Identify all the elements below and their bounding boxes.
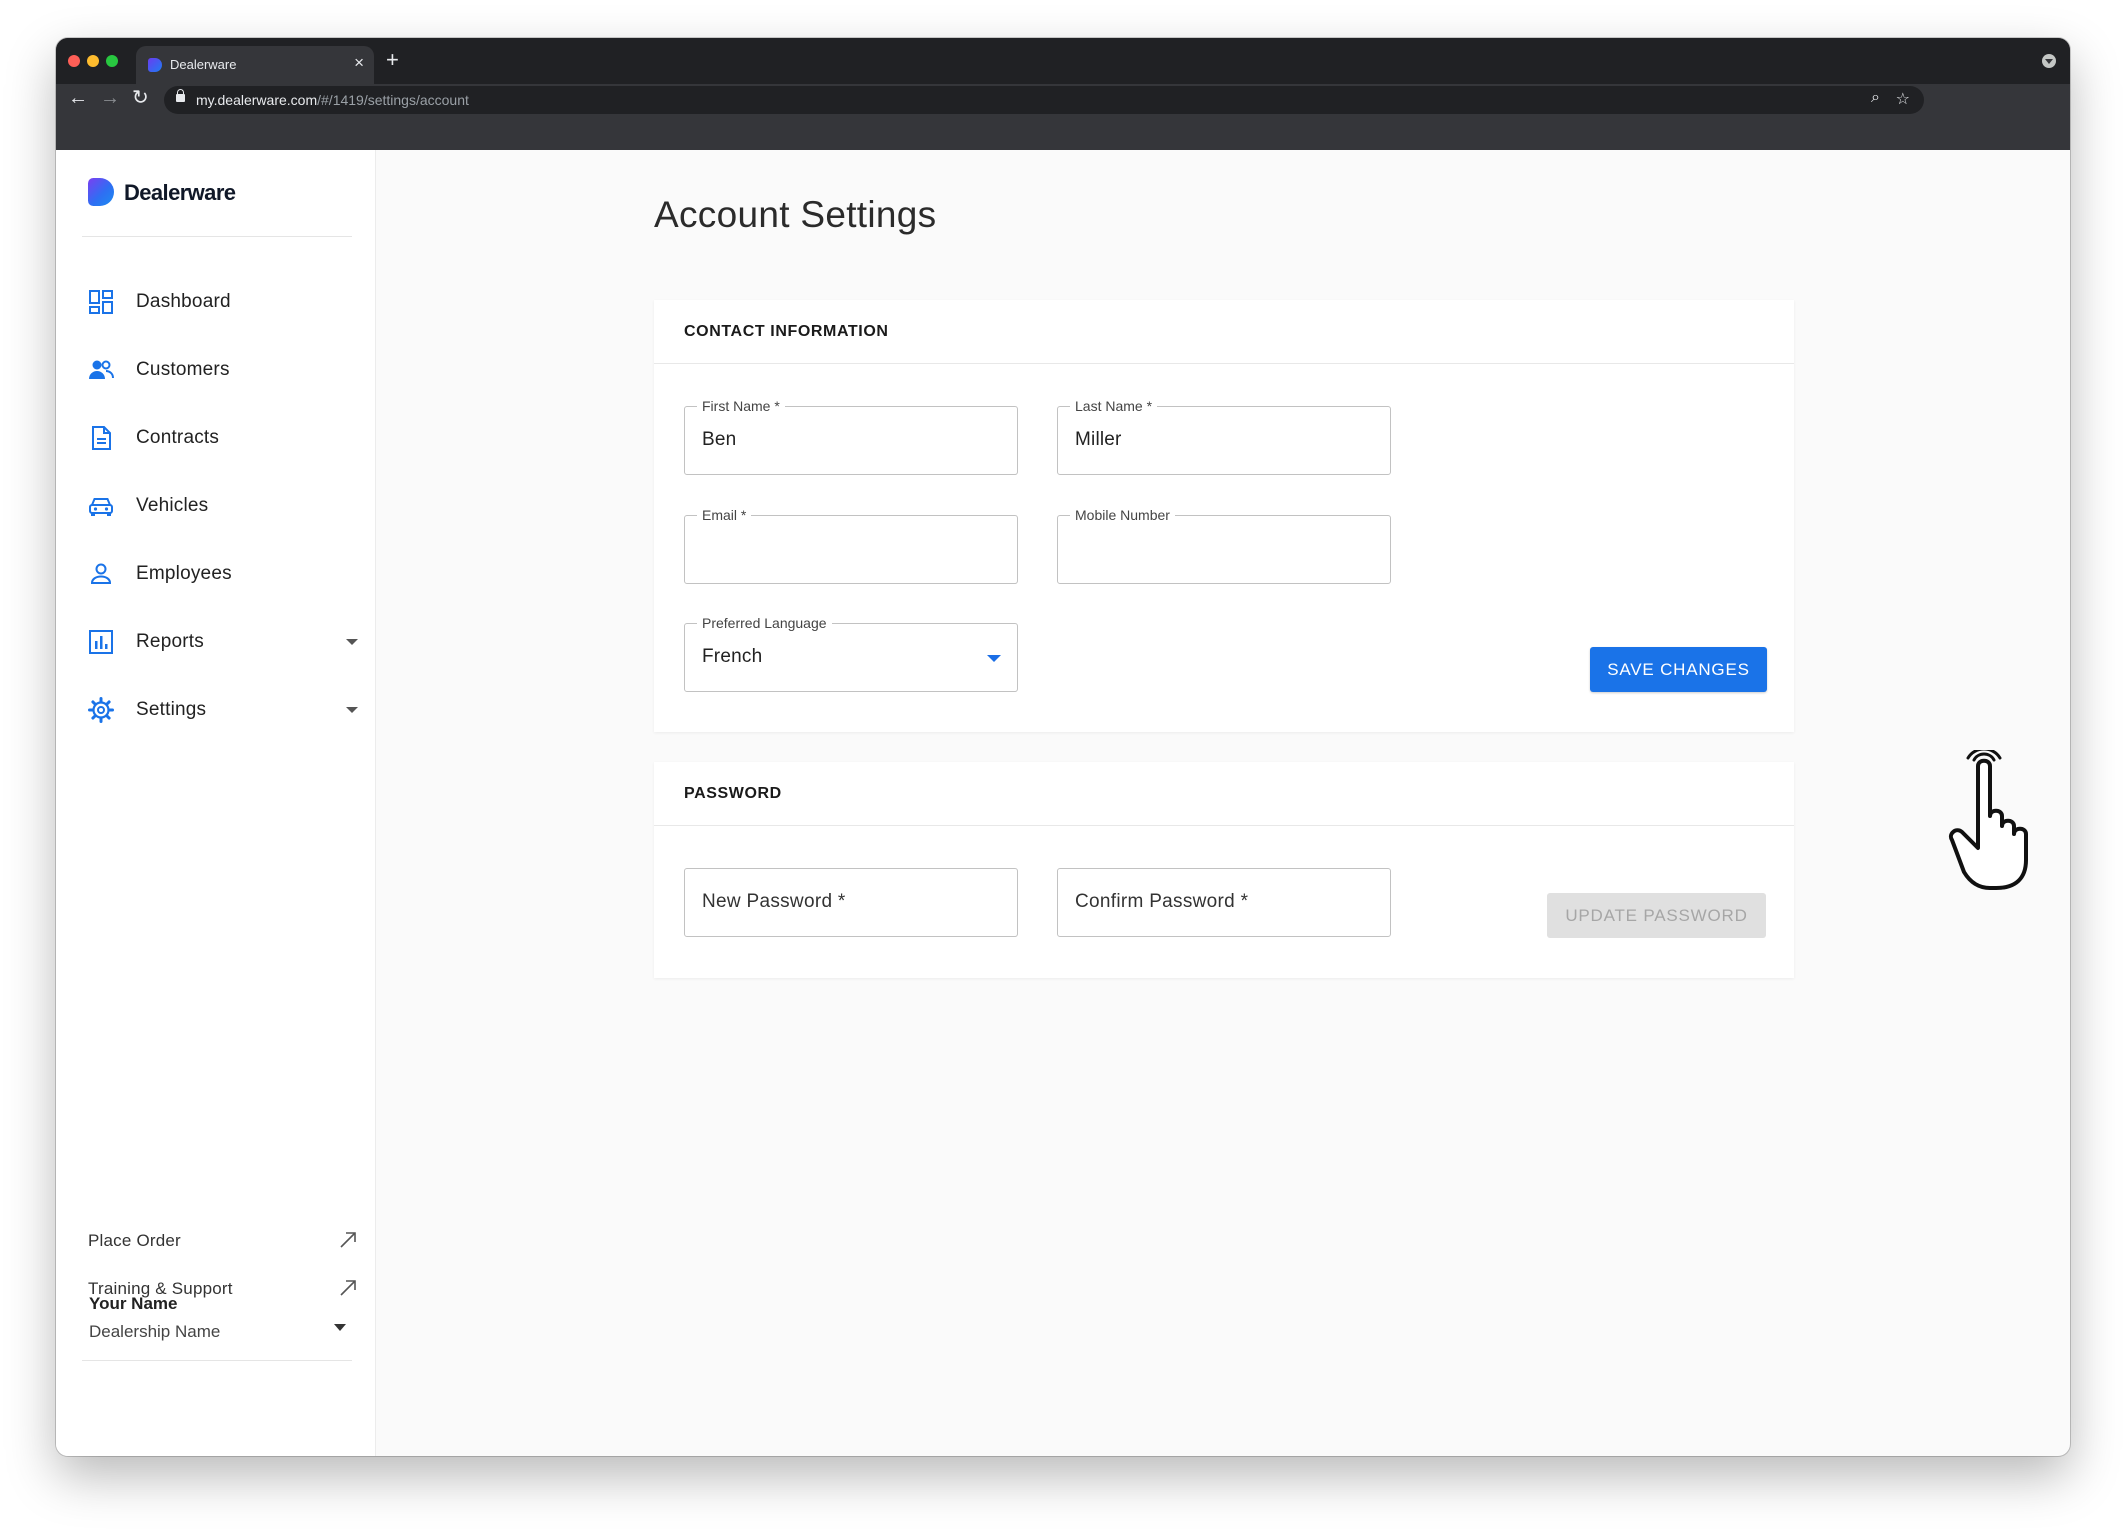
brand-name: Dealerware xyxy=(124,180,236,205)
email-field[interactable]: Email * xyxy=(684,507,1018,584)
confirm-password-field[interactable]: Confirm Password * xyxy=(1057,868,1391,937)
preferred-language-label: Preferred Language xyxy=(697,615,832,631)
new-password-placeholder: New Password * xyxy=(702,891,846,912)
password-card: PASSWORD New Password * Confirm Password… xyxy=(654,762,1794,978)
dropdown-arrow-icon[interactable] xyxy=(987,655,1001,662)
card-title: PASSWORD xyxy=(684,785,782,802)
card-title: CONTACT INFORMATION xyxy=(684,323,889,340)
close-tab-icon[interactable]: × xyxy=(354,53,364,73)
back-button[interactable]: ← xyxy=(68,86,88,110)
dealerware-logo-icon xyxy=(88,178,114,206)
mobile-number-field[interactable]: Mobile Number xyxy=(1057,507,1391,584)
car-icon xyxy=(89,498,113,516)
url-text: my.dealerware.com/#/1419/settings/accoun… xyxy=(196,92,469,108)
browser-chrome: Dealerware × + ← → ↻ my.dealerware.com/#… xyxy=(56,38,2070,150)
sidebar-item-label: Dashboard xyxy=(136,291,231,312)
page-title: Account Settings xyxy=(654,194,937,235)
new-password-field[interactable]: New Password * xyxy=(684,868,1018,937)
last-name-value: Miller xyxy=(1075,429,1122,450)
url-path: /#/1419/settings/account xyxy=(317,92,469,108)
mobile-number-label: Mobile Number xyxy=(1070,507,1175,523)
save-changes-button[interactable]: SAVE CHANGES xyxy=(1590,647,1767,692)
external-arrow-icon xyxy=(340,1280,356,1296)
sidebar-item-label: Vehicles xyxy=(136,495,209,516)
address-bar[interactable]: my.dealerware.com/#/1419/settings/accoun… xyxy=(164,86,1924,114)
maximize-window-button[interactable] xyxy=(106,55,118,67)
contract-icon xyxy=(92,426,111,450)
sidebar-item-reports[interactable]: Reports xyxy=(88,622,358,662)
browser-tab[interactable]: Dealerware × xyxy=(136,46,374,84)
preferred-language-value: French xyxy=(702,646,763,667)
tab-strip: Dealerware × + xyxy=(56,38,2070,84)
sidebar-item-label: Reports xyxy=(136,631,204,652)
first-name-field[interactable]: First Name * Ben xyxy=(684,398,1018,475)
email-label: Email * xyxy=(697,507,752,523)
card-header: CONTACT INFORMATION xyxy=(654,300,1794,364)
browser-window: Dealerware × + ← → ↻ my.dealerware.com/#… xyxy=(56,38,2070,1456)
reload-button[interactable]: ↻ xyxy=(132,86,149,110)
bar-chart-icon xyxy=(89,630,113,654)
sidebar-item-dashboard[interactable]: Dashboard xyxy=(88,282,358,322)
sidebar-divider xyxy=(82,1360,352,1361)
sidebar-item-label: Employees xyxy=(136,563,232,584)
sidebar-item-label: Settings xyxy=(136,699,207,720)
minimize-window-button[interactable] xyxy=(87,55,99,67)
gear-icon xyxy=(88,697,114,723)
preferred-language-select[interactable]: Preferred Language French xyxy=(684,615,1018,692)
lock-icon xyxy=(176,89,185,102)
chevron-down-icon[interactable] xyxy=(346,707,358,713)
pointer-hand-cursor-icon xyxy=(1949,750,2028,890)
sidebar-divider xyxy=(82,236,352,237)
bookmark-star-icon[interactable]: ☆ xyxy=(1896,89,1910,109)
place-order-label: Place Order xyxy=(88,1231,181,1250)
chevron-down-icon[interactable] xyxy=(334,1324,346,1331)
customers-icon xyxy=(89,360,114,379)
tab-title: Dealerware xyxy=(170,57,237,72)
user-name: Your Name xyxy=(89,1294,178,1313)
contact-information-card: CONTACT INFORMATION First Name * Ben Las… xyxy=(654,300,1794,732)
sidebar-item-settings[interactable]: Settings xyxy=(88,690,358,730)
favicon-icon xyxy=(148,58,162,72)
dealership-name: Dealership Name xyxy=(89,1322,221,1341)
sidebar-item-label: Customers xyxy=(136,359,230,380)
sidebar-item-employees[interactable]: Employees xyxy=(88,554,358,594)
update-password-button[interactable]: UPDATE PASSWORD xyxy=(1547,893,1766,938)
forward-button[interactable]: → xyxy=(100,86,120,110)
url-host: my.dealerware.com xyxy=(196,92,318,108)
sidebar: Dealerware Dashboard Customers Contracts… xyxy=(56,150,376,1456)
zoom-icon[interactable]: ⌕ xyxy=(1871,89,1880,107)
sidebar-item-vehicles[interactable]: Vehicles xyxy=(88,486,358,526)
first-name-label: First Name * xyxy=(697,398,785,414)
card-header: PASSWORD xyxy=(654,762,1794,826)
last-name-field[interactable]: Last Name * Miller xyxy=(1057,398,1391,475)
place-order-link[interactable]: Place Order xyxy=(88,1226,358,1258)
main-content: Account Settings CONTACT INFORMATION Fir… xyxy=(376,150,2070,1456)
person-icon xyxy=(90,563,112,584)
sidebar-item-customers[interactable]: Customers xyxy=(88,350,358,390)
new-tab-button[interactable]: + xyxy=(386,48,399,72)
tab-search-icon[interactable] xyxy=(2042,54,2056,68)
confirm-password-placeholder: Confirm Password * xyxy=(1075,891,1249,912)
sidebar-item-label: Contracts xyxy=(136,427,220,448)
dashboard-icon xyxy=(89,290,113,314)
sidebar-item-contracts[interactable]: Contracts xyxy=(88,418,358,458)
first-name-value: Ben xyxy=(702,429,737,450)
last-name-label: Last Name * xyxy=(1070,398,1158,414)
close-window-button[interactable] xyxy=(68,55,80,67)
external-arrow-icon xyxy=(340,1232,356,1248)
chevron-down-icon[interactable] xyxy=(346,639,358,645)
